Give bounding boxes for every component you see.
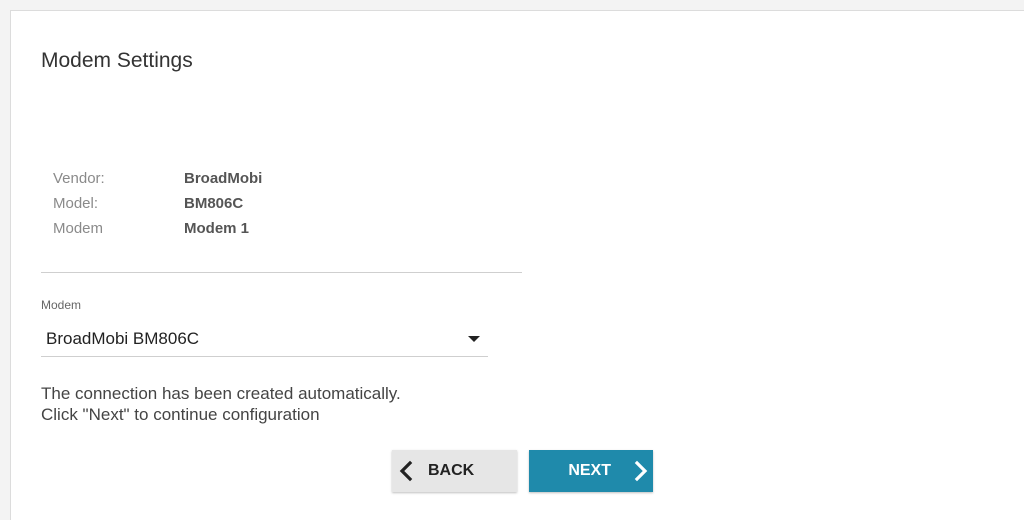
modem-select-value: BroadMobi BM806C <box>46 328 200 348</box>
info-label: Vendor: <box>53 170 105 187</box>
next-button-label: NEXT <box>568 462 611 479</box>
info-label: Model: <box>53 195 99 212</box>
info-value: Modem 1 <box>184 220 250 237</box>
section-divider <box>41 272 522 273</box>
modem-select-label: Modem <box>41 298 82 312</box>
back-button[interactable]: BACK <box>392 450 517 492</box>
modem-info-table: Vendor: BroadMobi Model: BM806C Modem Mo… <box>53 166 353 241</box>
status-message-line2: Click "Next" to continue configuration <box>41 405 320 424</box>
info-row-modem: Modem Modem 1 <box>53 216 353 241</box>
info-value: BroadMobi <box>184 170 263 187</box>
modem-select[interactable]: BroadMobi BM806C <box>41 321 488 357</box>
caret-down-icon <box>468 335 480 342</box>
settings-card: Modem Settings Vendor: BroadMobi Model: … <box>10 10 1024 520</box>
status-message: The connection has been created automati… <box>41 383 401 425</box>
chevron-left-icon <box>398 460 414 482</box>
back-button-label: BACK <box>428 462 475 479</box>
info-row-vendor: Vendor: BroadMobi <box>53 166 353 191</box>
chevron-right-icon <box>633 460 649 482</box>
next-button[interactable]: NEXT <box>529 450 653 492</box>
page-title: Modem Settings <box>41 49 193 72</box>
info-value: BM806C <box>184 195 244 212</box>
status-message-line1: The connection has been created automati… <box>41 384 401 403</box>
info-label: Modem <box>53 220 104 237</box>
info-row-model: Model: BM806C <box>53 191 353 216</box>
